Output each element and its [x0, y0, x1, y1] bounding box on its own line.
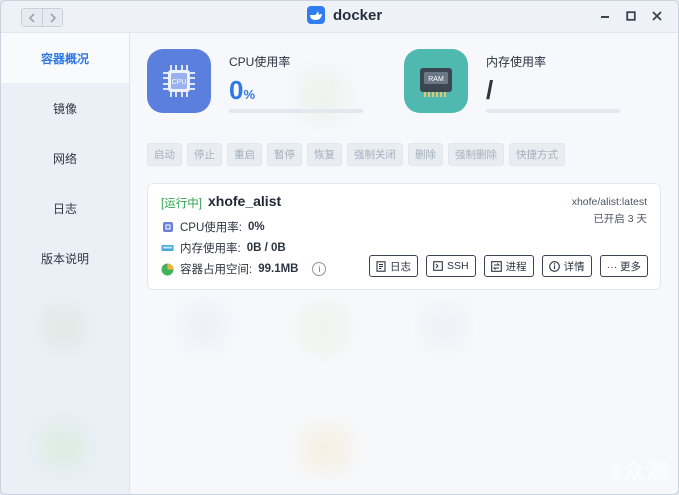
process-button[interactable]: 进程 — [483, 255, 534, 277]
more-button-label: ··· 更多 — [606, 260, 641, 273]
window-controls — [598, 7, 664, 25]
title-bar: docker — [1, 1, 678, 33]
container-memory-label: 内存使用率: — [180, 243, 241, 255]
container-disk-label: 容器占用空间: — [180, 264, 253, 276]
more-button[interactable]: ··· 更多 — [599, 255, 648, 277]
resume-button[interactable]: 恢复 — [307, 143, 342, 166]
sidebar-item-label: 容器概况 — [40, 51, 89, 66]
cpu-small-icon — [161, 221, 174, 234]
shortcut-button[interactable]: 快捷方式 — [509, 143, 565, 166]
container-disk-value: 99.1MB — [258, 263, 299, 275]
sidebar-item-network[interactable]: 网络 — [1, 133, 129, 183]
watermark-big-text: 众测 — [622, 460, 669, 485]
docker-whale-icon — [307, 6, 325, 24]
ssh-button[interactable]: SSH — [425, 255, 476, 277]
cpu-usage-number: 0 — [229, 75, 244, 105]
watermark-small-text: 新浪 — [607, 460, 619, 480]
sidebar: 容器概况 镜像 网络 日志 版本说明 — [1, 33, 130, 494]
nav-buttons — [21, 8, 63, 27]
background-blur-decoration — [421, 303, 467, 349]
process-button-label: 进程 — [505, 260, 527, 273]
restart-button[interactable]: 重启 — [227, 143, 262, 166]
start-button[interactable]: 启动 — [147, 143, 182, 166]
window-title: docker — [333, 6, 383, 24]
sidebar-item-logs[interactable]: 日志 — [1, 183, 129, 233]
watermark-logo: 新浪 众测 — [608, 454, 669, 486]
memory-usage-value: / — [486, 75, 494, 105]
container-action-toolbar: 启动 停止 重启 暂停 恢复 强制关闭 删除 强制删除 快捷方式 — [147, 143, 565, 166]
refresh-icon — [490, 260, 502, 272]
container-status-badge: [运行中] — [161, 198, 202, 210]
stop-button[interactable]: 停止 — [187, 143, 222, 166]
container-name: xhofe_alist — [208, 193, 282, 209]
sidebar-item-container-overview[interactable]: 容器概况 — [1, 33, 129, 83]
force-stop-button[interactable]: 强制关闭 — [347, 143, 403, 166]
cpu-usage-label: CPU使用率 — [229, 55, 291, 69]
close-button[interactable] — [650, 7, 664, 25]
memory-stat-card: RAM 内存使用率 / — [404, 49, 624, 119]
background-blur-decoration — [41, 425, 85, 469]
details-button-label: 详情 — [563, 260, 585, 273]
forward-button[interactable] — [42, 9, 62, 26]
sidebar-item-label: 镜像 — [52, 101, 77, 116]
sidebar-item-release-notes[interactable]: 版本说明 — [1, 233, 129, 283]
cpu-icon-text: CPU — [172, 79, 187, 86]
memory-usage-label: 内存使用率 — [486, 55, 547, 69]
force-delete-button[interactable]: 强制删除 — [448, 143, 504, 166]
terminal-icon — [433, 261, 443, 271]
cpu-usage-value: 0% — [229, 75, 255, 106]
ram-icon-text: RAM — [428, 76, 444, 83]
ssh-button-label: SSH — [446, 260, 469, 272]
pie-chart-icon — [161, 263, 174, 276]
info-icon[interactable]: i — [312, 262, 327, 276]
background-blur-decoration — [181, 303, 227, 349]
minimize-icon — [601, 16, 609, 18]
chevron-right-icon — [49, 12, 56, 23]
container-cpu-metric: CPU使用率: 0% — [161, 219, 265, 235]
info-circle-icon — [548, 260, 560, 272]
container-uptime: 已开启 3 天 — [593, 213, 647, 225]
container-disk-metric: 容器占用空间: 99.1MB i — [161, 261, 327, 277]
cpu-stat-card: CPU CPU使用率 0% — [147, 49, 367, 119]
details-button[interactable]: 详情 — [541, 255, 592, 277]
maximize-icon — [626, 11, 636, 21]
log-button-label: 日志 — [389, 260, 411, 273]
ram-icon: RAM — [404, 49, 468, 113]
container-image: xhofe/alist:latest — [571, 196, 647, 208]
maximize-button[interactable] — [624, 7, 638, 25]
main-content: CPU CPU使用率 0% RAM 内存使用率 / 启动 停止 重启 暂停 恢复… — [131, 33, 678, 494]
document-icon — [376, 260, 386, 272]
container-card[interactable]: [运行中] xhofe_alist xhofe/alist:latest 已开启… — [147, 183, 661, 290]
container-actions: 日志 SSH 进程 详情 ··· 更多 — [368, 255, 648, 277]
container-cpu-value: 0% — [247, 221, 265, 233]
sidebar-item-label: 日志 — [52, 201, 77, 216]
memory-small-icon — [161, 242, 174, 255]
cpu-usage-unit: % — [243, 87, 256, 102]
minimize-button[interactable] — [598, 7, 612, 25]
docker-window: docker 容器概况 镜像 网络 日志 版本说明 CPU CPU使用率 0% … — [0, 0, 679, 495]
chevron-left-icon — [28, 12, 35, 23]
back-button[interactable] — [22, 9, 42, 26]
cpu-usage-bar — [229, 109, 363, 113]
background-blur-decoration — [299, 303, 349, 353]
sidebar-item-label: 版本说明 — [40, 251, 89, 266]
container-memory-metric: 内存使用率: 0B / 0B — [161, 240, 286, 256]
background-blur-decoration — [41, 305, 85, 349]
window-title-group: docker — [307, 6, 382, 24]
background-blur-decoration — [301, 425, 351, 473]
delete-button[interactable]: 删除 — [408, 143, 443, 166]
pause-button[interactable]: 暂停 — [267, 143, 302, 166]
cpu-chip-icon: CPU — [147, 49, 211, 113]
memory-usage-bar — [486, 109, 620, 113]
log-button[interactable]: 日志 — [368, 255, 418, 277]
close-icon — [652, 11, 662, 21]
container-cpu-label: CPU使用率: — [180, 222, 242, 234]
container-memory-value: 0B / 0B — [246, 242, 286, 254]
sidebar-item-label: 网络 — [52, 151, 77, 166]
sidebar-item-images[interactable]: 镜像 — [1, 83, 129, 133]
